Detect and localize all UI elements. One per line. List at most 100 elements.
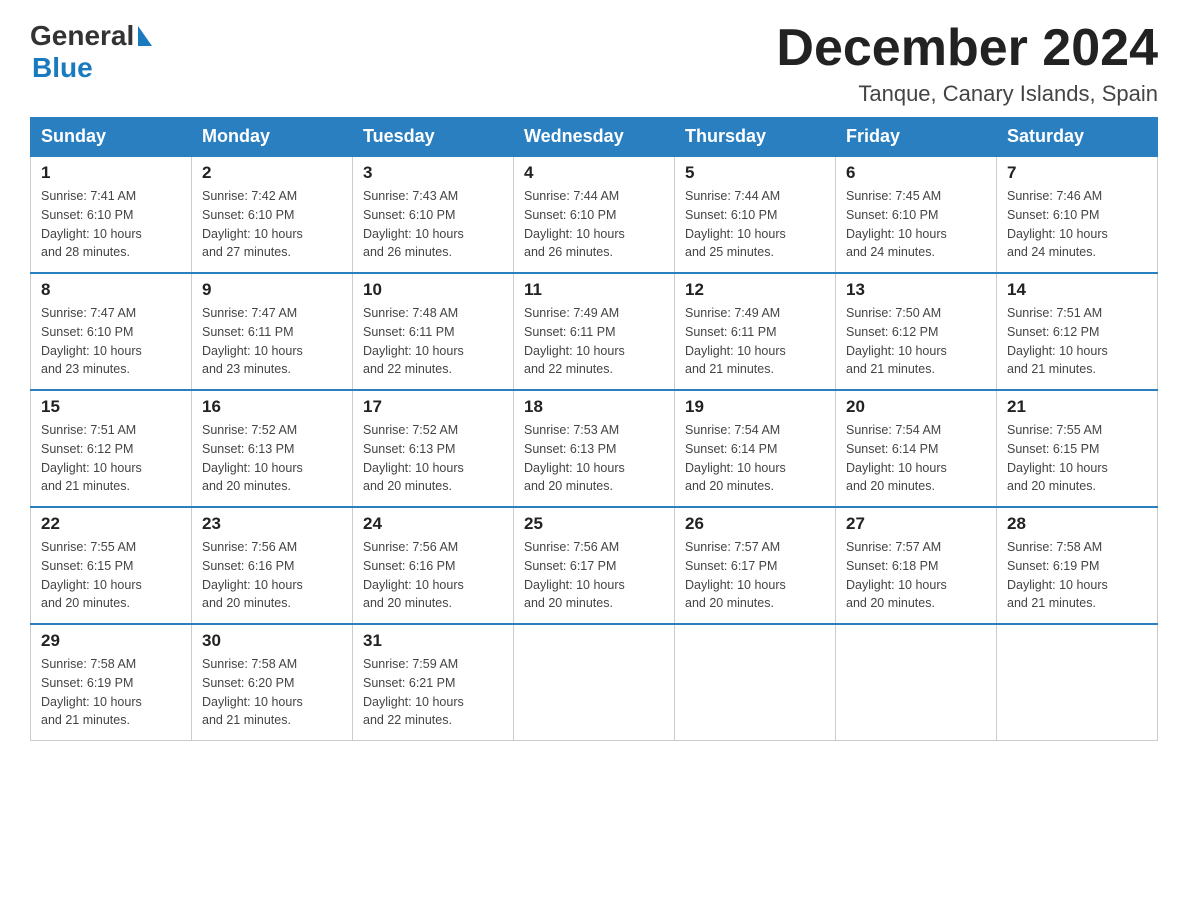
day-number: 22 xyxy=(41,514,181,534)
day-number: 2 xyxy=(202,163,342,183)
calendar-cell: 25 Sunrise: 7:56 AM Sunset: 6:17 PM Dayl… xyxy=(514,507,675,624)
day-info: Sunrise: 7:56 AM Sunset: 6:16 PM Dayligh… xyxy=(202,538,342,613)
day-info: Sunrise: 7:55 AM Sunset: 6:15 PM Dayligh… xyxy=(41,538,181,613)
day-info: Sunrise: 7:52 AM Sunset: 6:13 PM Dayligh… xyxy=(202,421,342,496)
calendar-cell: 1 Sunrise: 7:41 AM Sunset: 6:10 PM Dayli… xyxy=(31,156,192,273)
header-thursday: Thursday xyxy=(675,118,836,157)
day-number: 10 xyxy=(363,280,503,300)
day-number: 8 xyxy=(41,280,181,300)
day-number: 12 xyxy=(685,280,825,300)
calendar-cell: 3 Sunrise: 7:43 AM Sunset: 6:10 PM Dayli… xyxy=(353,156,514,273)
day-number: 27 xyxy=(846,514,986,534)
day-info: Sunrise: 7:49 AM Sunset: 6:11 PM Dayligh… xyxy=(524,304,664,379)
calendar-week-3: 15 Sunrise: 7:51 AM Sunset: 6:12 PM Dayl… xyxy=(31,390,1158,507)
day-info: Sunrise: 7:52 AM Sunset: 6:13 PM Dayligh… xyxy=(363,421,503,496)
calendar-cell: 31 Sunrise: 7:59 AM Sunset: 6:21 PM Dayl… xyxy=(353,624,514,741)
day-number: 17 xyxy=(363,397,503,417)
calendar-cell xyxy=(675,624,836,741)
day-info: Sunrise: 7:46 AM Sunset: 6:10 PM Dayligh… xyxy=(1007,187,1147,262)
day-number: 14 xyxy=(1007,280,1147,300)
calendar-cell: 30 Sunrise: 7:58 AM Sunset: 6:20 PM Dayl… xyxy=(192,624,353,741)
day-info: Sunrise: 7:58 AM Sunset: 6:19 PM Dayligh… xyxy=(41,655,181,730)
calendar-cell: 28 Sunrise: 7:58 AM Sunset: 6:19 PM Dayl… xyxy=(997,507,1158,624)
calendar-cell: 15 Sunrise: 7:51 AM Sunset: 6:12 PM Dayl… xyxy=(31,390,192,507)
day-number: 24 xyxy=(363,514,503,534)
calendar-cell: 19 Sunrise: 7:54 AM Sunset: 6:14 PM Dayl… xyxy=(675,390,836,507)
day-info: Sunrise: 7:54 AM Sunset: 6:14 PM Dayligh… xyxy=(685,421,825,496)
header-row: Sunday Monday Tuesday Wednesday Thursday… xyxy=(31,118,1158,157)
day-number: 19 xyxy=(685,397,825,417)
day-number: 30 xyxy=(202,631,342,651)
day-info: Sunrise: 7:58 AM Sunset: 6:19 PM Dayligh… xyxy=(1007,538,1147,613)
calendar-cell: 8 Sunrise: 7:47 AM Sunset: 6:10 PM Dayli… xyxy=(31,273,192,390)
day-number: 5 xyxy=(685,163,825,183)
day-number: 16 xyxy=(202,397,342,417)
calendar-cell: 18 Sunrise: 7:53 AM Sunset: 6:13 PM Dayl… xyxy=(514,390,675,507)
page-header: General Blue December 2024 Tanque, Canar… xyxy=(30,20,1158,107)
day-info: Sunrise: 7:57 AM Sunset: 6:18 PM Dayligh… xyxy=(846,538,986,613)
day-info: Sunrise: 7:47 AM Sunset: 6:10 PM Dayligh… xyxy=(41,304,181,379)
calendar-cell xyxy=(836,624,997,741)
day-number: 31 xyxy=(363,631,503,651)
day-info: Sunrise: 7:59 AM Sunset: 6:21 PM Dayligh… xyxy=(363,655,503,730)
calendar-cell: 20 Sunrise: 7:54 AM Sunset: 6:14 PM Dayl… xyxy=(836,390,997,507)
day-info: Sunrise: 7:51 AM Sunset: 6:12 PM Dayligh… xyxy=(41,421,181,496)
day-number: 23 xyxy=(202,514,342,534)
calendar-cell: 9 Sunrise: 7:47 AM Sunset: 6:11 PM Dayli… xyxy=(192,273,353,390)
calendar-cell: 4 Sunrise: 7:44 AM Sunset: 6:10 PM Dayli… xyxy=(514,156,675,273)
calendar-cell: 12 Sunrise: 7:49 AM Sunset: 6:11 PM Dayl… xyxy=(675,273,836,390)
calendar-cell: 22 Sunrise: 7:55 AM Sunset: 6:15 PM Dayl… xyxy=(31,507,192,624)
day-number: 28 xyxy=(1007,514,1147,534)
calendar-cell xyxy=(514,624,675,741)
calendar-cell: 14 Sunrise: 7:51 AM Sunset: 6:12 PM Dayl… xyxy=(997,273,1158,390)
day-number: 25 xyxy=(524,514,664,534)
header-tuesday: Tuesday xyxy=(353,118,514,157)
logo-blue: Blue xyxy=(32,52,93,84)
calendar-cell: 23 Sunrise: 7:56 AM Sunset: 6:16 PM Dayl… xyxy=(192,507,353,624)
day-info: Sunrise: 7:45 AM Sunset: 6:10 PM Dayligh… xyxy=(846,187,986,262)
day-info: Sunrise: 7:43 AM Sunset: 6:10 PM Dayligh… xyxy=(363,187,503,262)
day-number: 18 xyxy=(524,397,664,417)
day-info: Sunrise: 7:55 AM Sunset: 6:15 PM Dayligh… xyxy=(1007,421,1147,496)
header-friday: Friday xyxy=(836,118,997,157)
logo: General Blue xyxy=(30,20,152,84)
calendar-cell: 6 Sunrise: 7:45 AM Sunset: 6:10 PM Dayli… xyxy=(836,156,997,273)
calendar-cell xyxy=(997,624,1158,741)
day-number: 1 xyxy=(41,163,181,183)
logo-general: General xyxy=(30,20,134,52)
calendar-cell: 13 Sunrise: 7:50 AM Sunset: 6:12 PM Dayl… xyxy=(836,273,997,390)
calendar-week-4: 22 Sunrise: 7:55 AM Sunset: 6:15 PM Dayl… xyxy=(31,507,1158,624)
header-monday: Monday xyxy=(192,118,353,157)
day-number: 15 xyxy=(41,397,181,417)
month-title: December 2024 xyxy=(776,20,1158,77)
calendar-cell: 24 Sunrise: 7:56 AM Sunset: 6:16 PM Dayl… xyxy=(353,507,514,624)
day-info: Sunrise: 7:48 AM Sunset: 6:11 PM Dayligh… xyxy=(363,304,503,379)
calendar-cell: 7 Sunrise: 7:46 AM Sunset: 6:10 PM Dayli… xyxy=(997,156,1158,273)
header-saturday: Saturday xyxy=(997,118,1158,157)
calendar-cell: 27 Sunrise: 7:57 AM Sunset: 6:18 PM Dayl… xyxy=(836,507,997,624)
day-info: Sunrise: 7:51 AM Sunset: 6:12 PM Dayligh… xyxy=(1007,304,1147,379)
day-info: Sunrise: 7:47 AM Sunset: 6:11 PM Dayligh… xyxy=(202,304,342,379)
day-info: Sunrise: 7:44 AM Sunset: 6:10 PM Dayligh… xyxy=(685,187,825,262)
calendar-cell: 26 Sunrise: 7:57 AM Sunset: 6:17 PM Dayl… xyxy=(675,507,836,624)
header-sunday: Sunday xyxy=(31,118,192,157)
day-info: Sunrise: 7:57 AM Sunset: 6:17 PM Dayligh… xyxy=(685,538,825,613)
calendar-cell: 5 Sunrise: 7:44 AM Sunset: 6:10 PM Dayli… xyxy=(675,156,836,273)
location: Tanque, Canary Islands, Spain xyxy=(776,81,1158,107)
day-info: Sunrise: 7:50 AM Sunset: 6:12 PM Dayligh… xyxy=(846,304,986,379)
day-number: 13 xyxy=(846,280,986,300)
day-number: 9 xyxy=(202,280,342,300)
day-number: 6 xyxy=(846,163,986,183)
day-info: Sunrise: 7:44 AM Sunset: 6:10 PM Dayligh… xyxy=(524,187,664,262)
day-info: Sunrise: 7:53 AM Sunset: 6:13 PM Dayligh… xyxy=(524,421,664,496)
calendar-week-1: 1 Sunrise: 7:41 AM Sunset: 6:10 PM Dayli… xyxy=(31,156,1158,273)
calendar-cell: 17 Sunrise: 7:52 AM Sunset: 6:13 PM Dayl… xyxy=(353,390,514,507)
calendar-cell: 29 Sunrise: 7:58 AM Sunset: 6:19 PM Dayl… xyxy=(31,624,192,741)
day-number: 11 xyxy=(524,280,664,300)
title-block: December 2024 Tanque, Canary Islands, Sp… xyxy=(776,20,1158,107)
calendar-cell: 11 Sunrise: 7:49 AM Sunset: 6:11 PM Dayl… xyxy=(514,273,675,390)
day-info: Sunrise: 7:54 AM Sunset: 6:14 PM Dayligh… xyxy=(846,421,986,496)
calendar-cell: 21 Sunrise: 7:55 AM Sunset: 6:15 PM Dayl… xyxy=(997,390,1158,507)
day-info: Sunrise: 7:41 AM Sunset: 6:10 PM Dayligh… xyxy=(41,187,181,262)
calendar-week-2: 8 Sunrise: 7:47 AM Sunset: 6:10 PM Dayli… xyxy=(31,273,1158,390)
